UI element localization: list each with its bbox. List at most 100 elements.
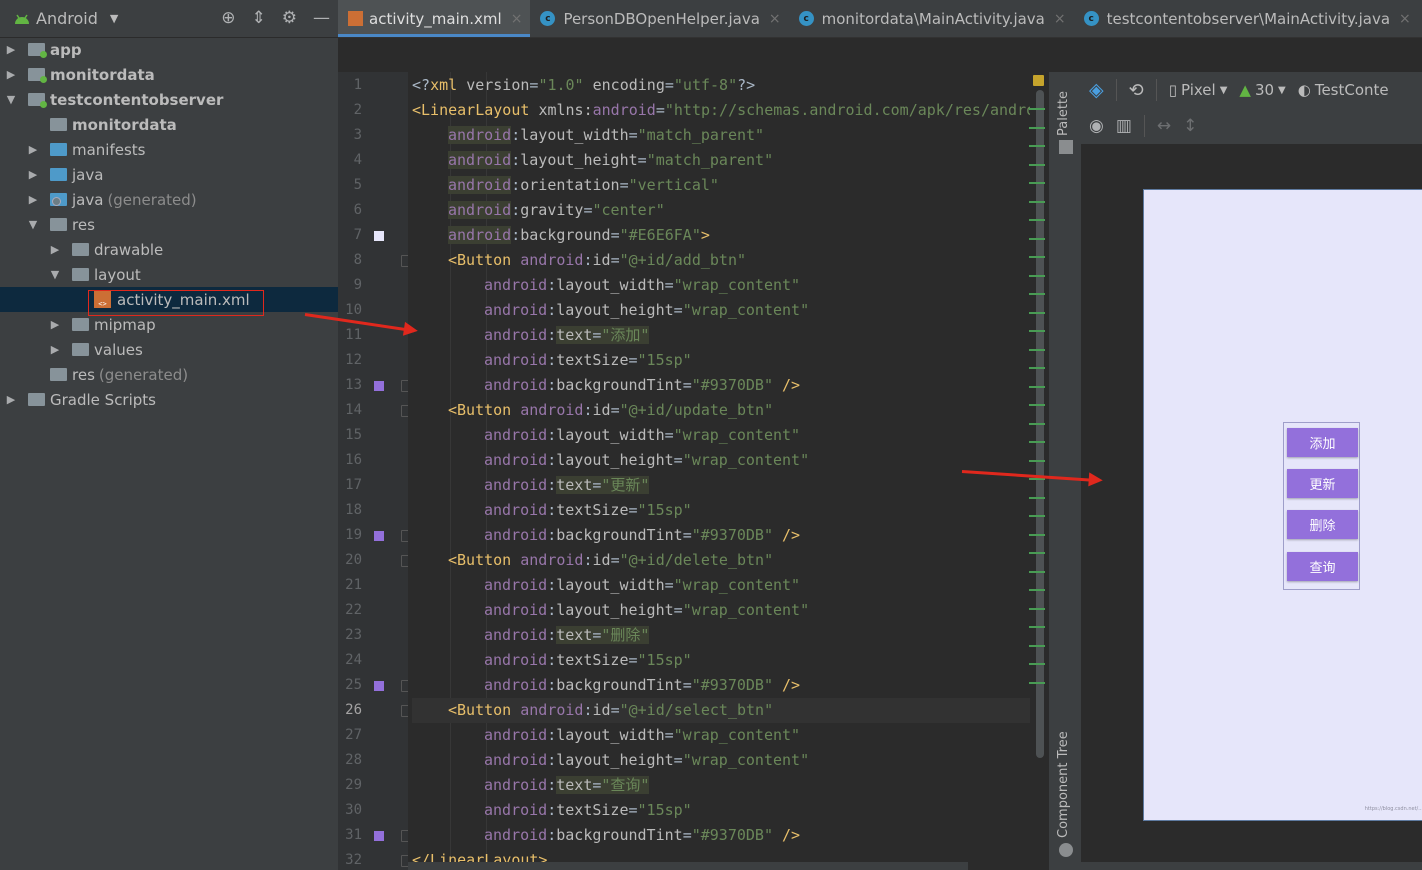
code-line[interactable]: android:layout_width="wrap_content" bbox=[412, 723, 1048, 748]
code-line[interactable]: android:textSize="15sp" bbox=[412, 648, 1048, 673]
tree-item[interactable]: ▶ java bbox=[0, 162, 338, 187]
editor-tab[interactable]: c monitordata\MainActivity.java × bbox=[789, 0, 1074, 37]
code-line[interactable]: android:backgroundTint="#9370DB" /> bbox=[412, 523, 1048, 548]
code-line[interactable]: android:textSize="15sp" bbox=[412, 348, 1048, 373]
tree-item[interactable]: ▶ Gradle Scripts bbox=[0, 387, 338, 412]
collapsed-arrow-icon[interactable]: ▶ bbox=[4, 43, 18, 56]
tree-item[interactable]: ▶ app bbox=[0, 37, 338, 62]
tree-item[interactable]: ▼ layout bbox=[0, 262, 338, 287]
preview-button[interactable]: 更新 bbox=[1287, 469, 1358, 498]
collapsed-arrow-icon[interactable]: ▶ bbox=[48, 343, 62, 356]
code-line[interactable]: <Button android:id="@+id/update_btn" bbox=[412, 398, 1048, 423]
rotate-icon[interactable]: ⟲ bbox=[1129, 80, 1144, 101]
color-swatch-icon[interactable] bbox=[374, 381, 384, 391]
collapsed-arrow-icon[interactable]: ▶ bbox=[48, 243, 62, 256]
component-tree-tab[interactable]: Component Tree bbox=[1056, 731, 1071, 838]
layout-preview[interactable]: 添加 更新 删除 查询 https://blog.csdn.net/... bbox=[1143, 189, 1422, 821]
code-line[interactable]: android:text="添加" bbox=[412, 323, 1048, 348]
code-line[interactable]: android:background="#E6E6FA"> bbox=[412, 223, 1048, 248]
color-swatch-icon[interactable] bbox=[374, 231, 384, 241]
code-line[interactable]: android:textSize="15sp" bbox=[412, 798, 1048, 823]
locate-icon[interactable]: ⊕ bbox=[221, 8, 235, 28]
tree-item[interactable]: ▶ values bbox=[0, 337, 338, 362]
api-selector[interactable]: ▲ 30 ▼ bbox=[1239, 81, 1285, 99]
preview-button[interactable]: 删除 bbox=[1287, 510, 1358, 539]
code-line[interactable]: android:backgroundTint="#9370DB" /> bbox=[412, 823, 1048, 848]
collapsed-arrow-icon[interactable]: ▶ bbox=[48, 318, 62, 331]
code-line[interactable]: android:layout_height="match_parent" bbox=[412, 148, 1048, 173]
horizontal-resize-icon[interactable]: ↔ bbox=[1157, 116, 1171, 136]
code-line[interactable]: <?xml version="1.0" encoding="utf-8"?> bbox=[412, 73, 1048, 98]
collapsed-arrow-icon[interactable]: ▶ bbox=[4, 393, 18, 406]
code-line[interactable]: android:text="查询" bbox=[412, 773, 1048, 798]
code-token: text bbox=[556, 626, 593, 644]
tree-item[interactable]: ▼ res bbox=[0, 212, 338, 237]
linear-layout-bounds[interactable]: 添加 更新 删除 查询 bbox=[1283, 422, 1360, 590]
code-line[interactable]: android:text="删除" bbox=[412, 623, 1048, 648]
code-line[interactable]: android:layout_width="match_parent" bbox=[412, 123, 1048, 148]
expanded-arrow-icon[interactable]: ▼ bbox=[26, 218, 40, 231]
collapsed-arrow-icon[interactable]: ▶ bbox=[26, 193, 40, 206]
minimize-icon[interactable]: — bbox=[313, 8, 330, 28]
close-icon[interactable]: × bbox=[511, 11, 523, 27]
code-line[interactable]: android:textSize="15sp" bbox=[412, 498, 1048, 523]
code-line[interactable]: android:gravity="center" bbox=[412, 198, 1048, 223]
palette-tab[interactable]: Palette bbox=[1056, 91, 1071, 136]
theme-selector[interactable]: ◐ TestConte bbox=[1298, 81, 1389, 99]
close-icon[interactable]: × bbox=[769, 11, 781, 27]
close-icon[interactable]: × bbox=[1054, 11, 1066, 27]
close-icon[interactable]: × bbox=[1399, 11, 1411, 27]
collapsed-arrow-icon[interactable]: ▶ bbox=[4, 68, 18, 81]
expanded-arrow-icon[interactable]: ▼ bbox=[48, 268, 62, 281]
tree-item[interactable]: ▶ drawable bbox=[0, 237, 338, 262]
warning-icon[interactable] bbox=[1033, 75, 1044, 86]
collapse-all-icon[interactable]: ⇕ bbox=[252, 8, 266, 28]
layers-icon[interactable]: ◈ bbox=[1089, 79, 1104, 101]
editor-horizontal-scrollbar[interactable] bbox=[408, 862, 968, 870]
expanded-arrow-icon[interactable]: ▼ bbox=[4, 93, 18, 106]
design-horizontal-scrollbar[interactable] bbox=[1081, 862, 1422, 870]
collapsed-arrow-icon[interactable]: ▶ bbox=[26, 168, 40, 181]
code-line[interactable]: android:layout_height="wrap_content" bbox=[412, 598, 1048, 623]
color-swatch-icon[interactable] bbox=[374, 831, 384, 841]
code-line[interactable]: <LinearLayout xmlns:android="http://sche… bbox=[412, 98, 1048, 123]
code-line[interactable]: android:backgroundTint="#9370DB" /> bbox=[412, 673, 1048, 698]
code-editor[interactable]: <?xml version="1.0" encoding="utf-8"?> <L… bbox=[408, 72, 1048, 870]
code-line[interactable]: android:text="更新" bbox=[412, 473, 1048, 498]
code-line[interactable]: <Button android:id="@+id/add_btn" bbox=[412, 248, 1048, 273]
code-token: layout_height bbox=[556, 451, 674, 469]
project-view-selector[interactable]: Android ▼ bbox=[14, 9, 118, 28]
code-line[interactable]: android:layout_width="wrap_content" bbox=[412, 573, 1048, 598]
editor-tab[interactable]: c PersonDBOpenHelper.java × bbox=[530, 0, 788, 37]
color-swatch-icon[interactable] bbox=[374, 531, 384, 541]
code-line[interactable]: android:layout_height="wrap_content" bbox=[412, 748, 1048, 773]
code-line[interactable]: android:orientation="vertical" bbox=[412, 173, 1048, 198]
editor-tab[interactable]: activity_main.xml × bbox=[338, 0, 531, 37]
code-line[interactable]: android:layout_width="wrap_content" bbox=[412, 273, 1048, 298]
preview-button[interactable]: 查询 bbox=[1287, 552, 1358, 581]
tree-item[interactable]: monitordata bbox=[0, 112, 338, 137]
tree-item[interactable]: ▶ java (generated) bbox=[0, 187, 338, 212]
tree-item[interactable]: ▼ testcontentobserver bbox=[0, 87, 338, 112]
code-line[interactable]: <Button android:id="@+id/delete_btn" bbox=[412, 548, 1048, 573]
gear-icon[interactable]: ⚙ bbox=[282, 8, 297, 28]
tree-item[interactable]: ▶ manifests bbox=[0, 137, 338, 162]
eye-icon[interactable]: ◉ bbox=[1089, 116, 1104, 136]
tree-item[interactable]: ▶ monitordata bbox=[0, 62, 338, 87]
code-line[interactable]: <Button android:id="@+id/select_btn" bbox=[412, 698, 1048, 723]
tree-item[interactable]: res (generated) bbox=[0, 362, 338, 387]
code-line[interactable]: android:backgroundTint="#9370DB" /> bbox=[412, 373, 1048, 398]
code-line[interactable]: android:layout_width="wrap_content" bbox=[412, 423, 1048, 448]
color-swatch-icon[interactable] bbox=[374, 681, 384, 691]
vertical-resize-icon[interactable]: ↕ bbox=[1183, 116, 1197, 136]
device-selector[interactable]: ▯ Pixel ▼ bbox=[1169, 81, 1228, 99]
design-surface[interactable]: 添加 更新 删除 查询 https://blog.csdn.net/... bbox=[1081, 145, 1422, 870]
code-line[interactable]: android:layout_height="wrap_content" bbox=[412, 298, 1048, 323]
preview-button[interactable]: 添加 bbox=[1287, 428, 1358, 457]
code-line[interactable]: android:layout_height="wrap_content" bbox=[412, 448, 1048, 473]
editor-tab[interactable]: c testcontentobserver\MainActivity.java × bbox=[1074, 0, 1419, 37]
code-token: : bbox=[547, 626, 557, 644]
folder-resources-icon bbox=[50, 218, 67, 231]
collapsed-arrow-icon[interactable]: ▶ bbox=[26, 143, 40, 156]
blueprint-icon[interactable]: ▥ bbox=[1116, 116, 1132, 136]
